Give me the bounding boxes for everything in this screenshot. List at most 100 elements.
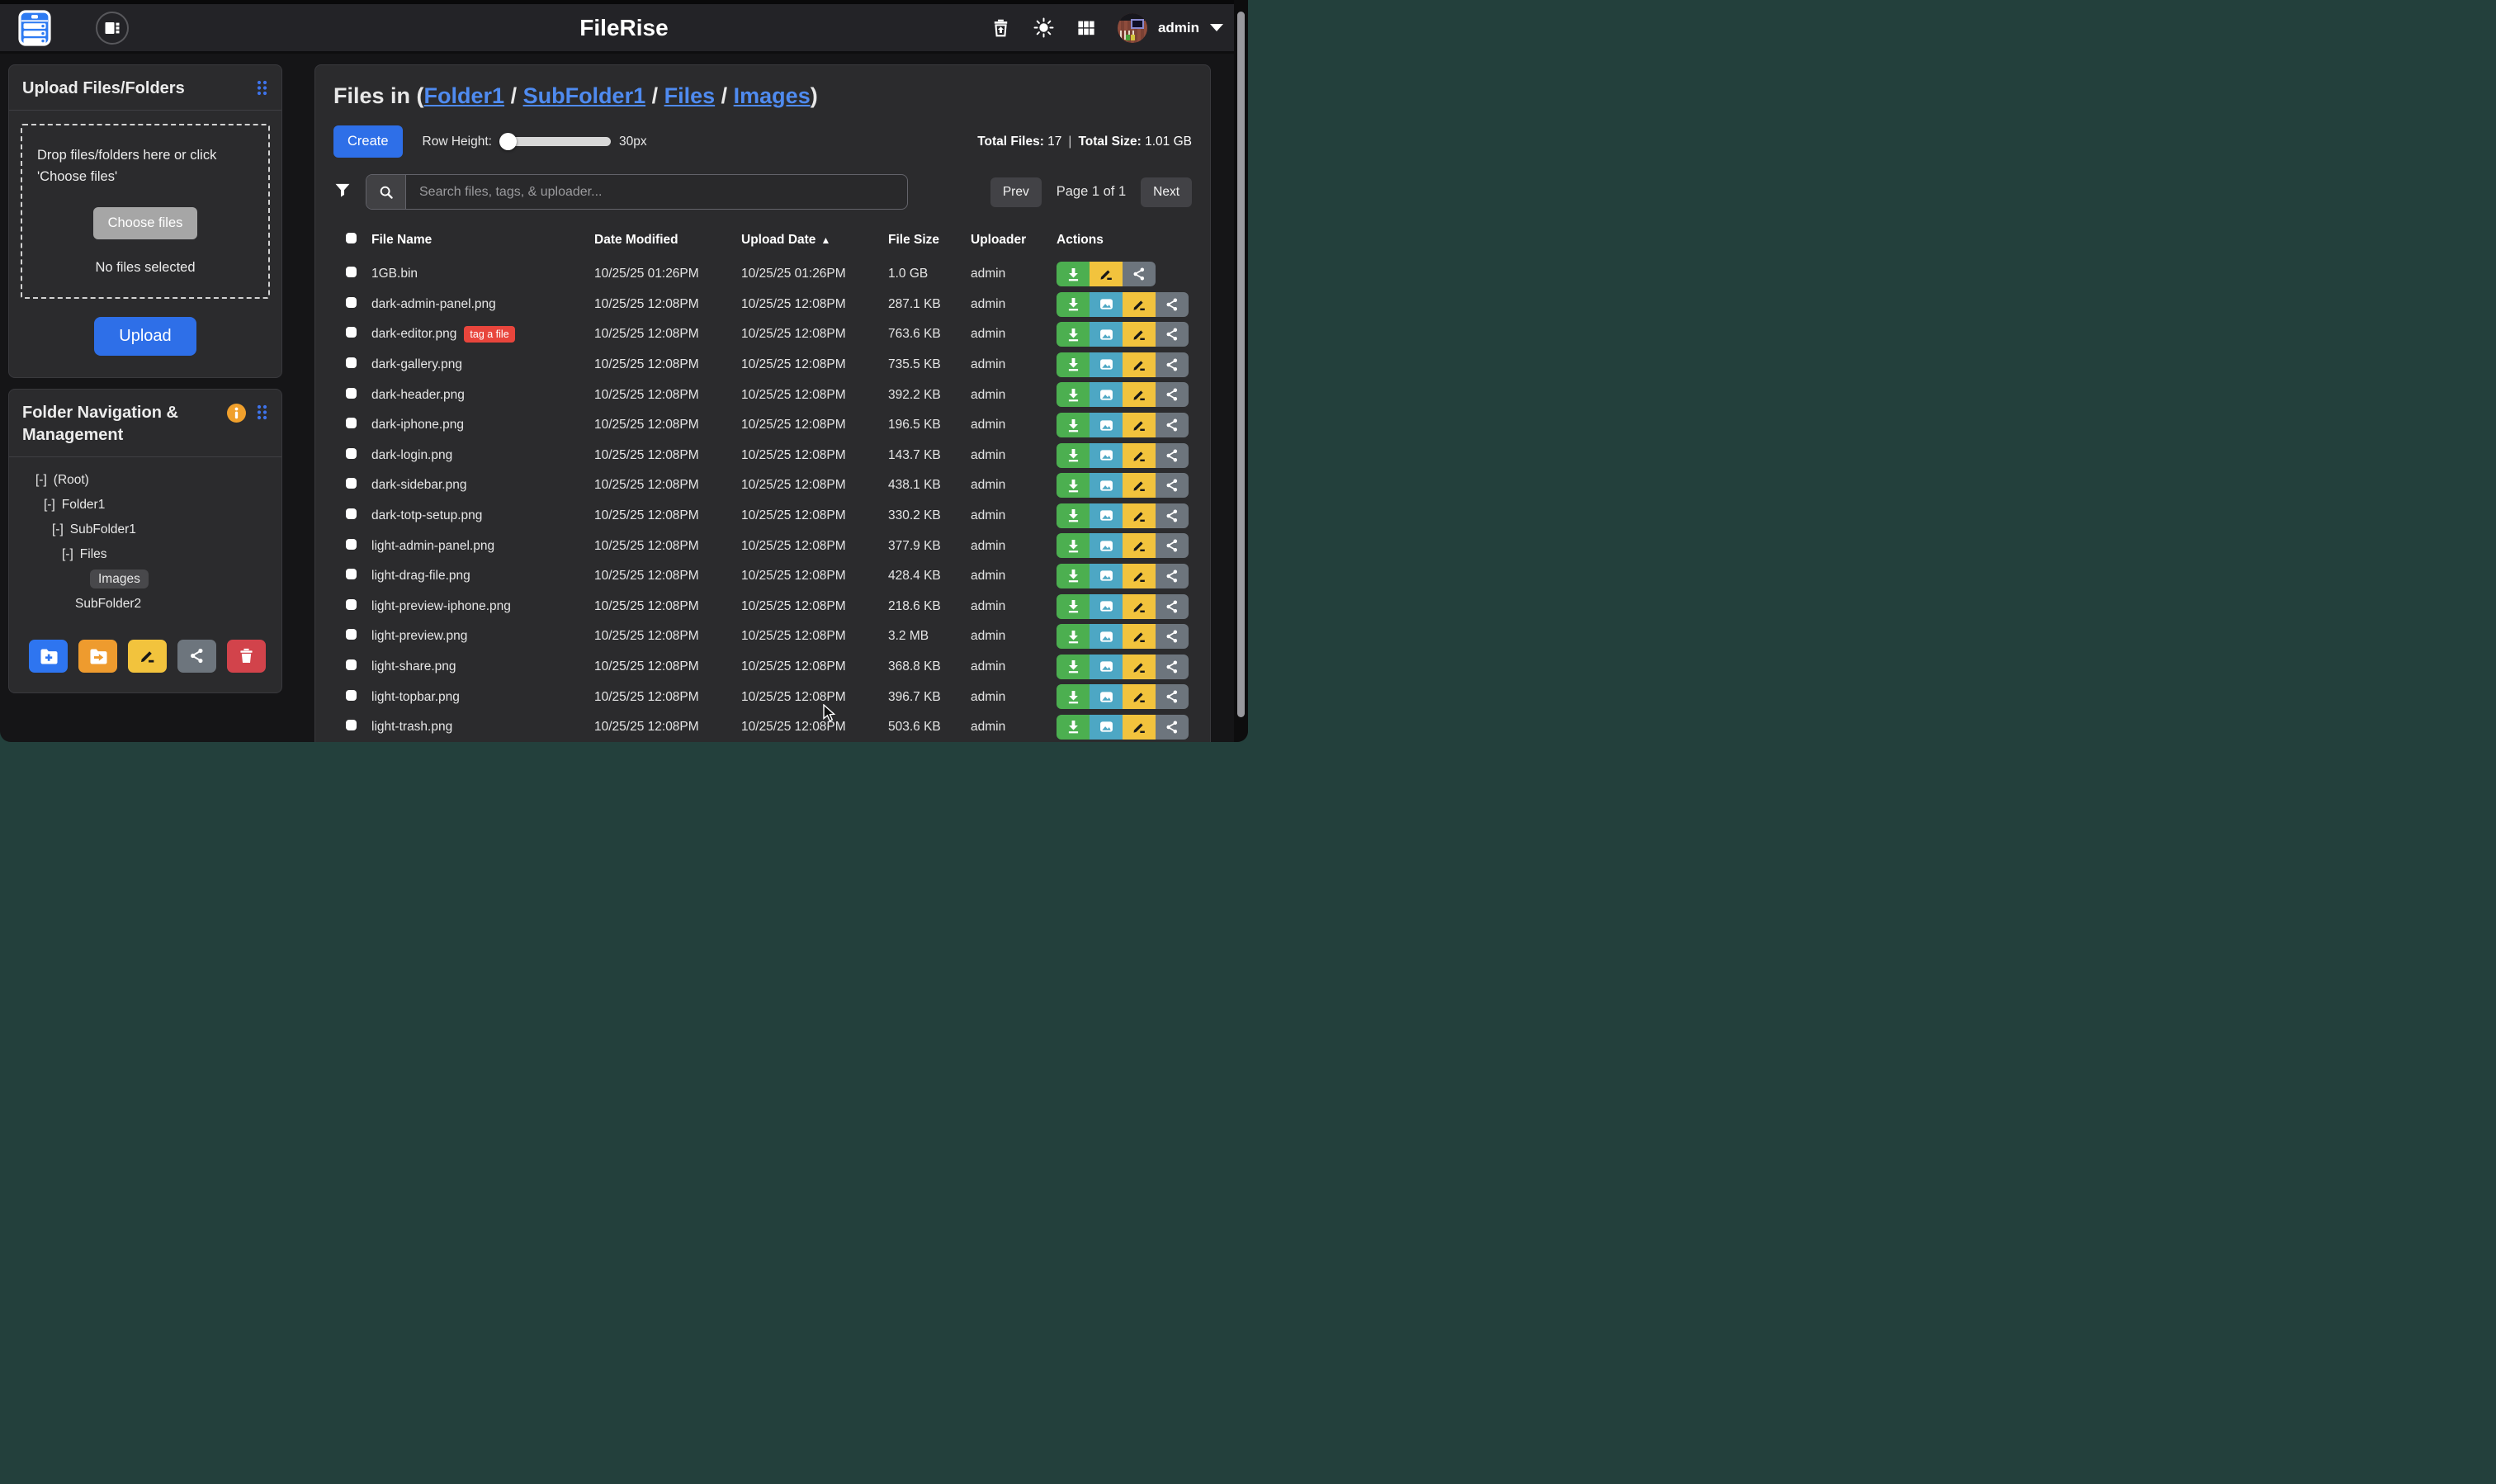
share-button[interactable] [1156,413,1189,437]
download-button[interactable] [1057,655,1090,679]
preview-button[interactable] [1090,715,1123,740]
tree-item-subfolder1[interactable]: [-]SubFolder1 [17,518,273,542]
scrollbar-thumb[interactable] [1237,12,1245,717]
tree-item-root[interactable]: [-](Root) [17,468,273,493]
row-checkbox[interactable] [346,478,357,489]
share-folder-button[interactable] [177,640,216,673]
breadcrumb-link-files[interactable]: Files [664,83,716,108]
delete-folder-button[interactable] [227,640,266,673]
edit-button[interactable] [1123,533,1156,558]
share-button[interactable] [1156,564,1189,588]
file-name[interactable]: 1GB.bin [371,267,418,281]
file-name[interactable]: light-preview.png [371,629,467,644]
table-row[interactable]: dark-sidebar.png 10/25/25 12:08PM 10/25/… [333,470,1192,501]
table-row[interactable]: light-trash.png 10/25/25 12:08PM 10/25/2… [333,712,1192,742]
tree-collapse-toggle[interactable]: [-] [62,547,73,561]
download-button[interactable] [1057,292,1090,317]
row-height-slider[interactable] [502,137,611,146]
edit-button[interactable] [1123,443,1156,468]
preview-button[interactable] [1090,443,1123,468]
theme-toggle-button[interactable] [1033,17,1055,39]
download-button[interactable] [1057,382,1090,407]
edit-button[interactable] [1123,624,1156,649]
filter-button[interactable] [333,181,352,203]
table-row[interactable]: light-share.png 10/25/25 12:08PM 10/25/2… [333,652,1192,683]
table-row[interactable]: dark-admin-panel.png 10/25/25 12:08PM 10… [333,290,1192,320]
sidebar-toggle-button[interactable] [96,12,129,45]
preview-button[interactable] [1090,503,1123,528]
preview-button[interactable] [1090,473,1123,498]
dropzone[interactable]: Drop files/folders here or click 'Choose… [21,124,270,299]
row-checkbox[interactable] [346,297,357,308]
share-button[interactable] [1156,322,1189,347]
row-checkbox[interactable] [346,539,357,550]
prev-page-button[interactable]: Prev [990,177,1042,207]
table-row[interactable]: light-preview.png 10/25/25 12:08PM 10/25… [333,621,1192,652]
preview-button[interactable] [1090,382,1123,407]
edit-button[interactable] [1123,382,1156,407]
breadcrumb-link-images[interactable]: Images [734,83,811,108]
share-button[interactable] [1123,262,1156,286]
share-button[interactable] [1156,533,1189,558]
share-button[interactable] [1156,715,1189,740]
row-checkbox[interactable] [346,629,357,640]
slider-thumb[interactable] [499,133,517,150]
download-button[interactable] [1057,473,1090,498]
upload-button[interactable]: Upload [94,317,196,356]
header-uploader[interactable]: Uploader [971,233,1057,248]
user-menu[interactable]: admin [1118,13,1223,43]
table-row[interactable]: light-topbar.png 10/25/25 12:08PM 10/25/… [333,682,1192,712]
header-file-size[interactable]: File Size [888,233,971,248]
header-file-name[interactable]: File Name [371,233,594,248]
share-button[interactable] [1156,352,1189,377]
share-button[interactable] [1156,473,1189,498]
file-name[interactable]: dark-login.png [371,448,452,463]
table-row[interactable]: dark-gallery.png 10/25/25 12:08PM 10/25/… [333,350,1192,380]
file-name[interactable]: dark-iphone.png [371,418,464,432]
tree-item-files[interactable]: [-]Files [17,542,273,567]
row-checkbox[interactable] [346,720,357,730]
edit-button[interactable] [1123,594,1156,619]
row-checkbox[interactable] [346,659,357,670]
drag-handle-icon[interactable] [256,79,268,99]
preview-button[interactable] [1090,655,1123,679]
edit-button[interactable] [1123,655,1156,679]
row-checkbox[interactable] [346,327,357,338]
table-row[interactable]: dark-totp-setup.png 10/25/25 12:08PM 10/… [333,501,1192,532]
edit-button[interactable] [1123,292,1156,317]
table-row[interactable]: light-drag-file.png 10/25/25 12:08PM 10/… [333,561,1192,592]
row-checkbox[interactable] [346,599,357,610]
tree-collapse-toggle[interactable]: [-] [52,522,64,536]
file-name[interactable]: dark-editor.png [371,327,456,342]
create-button[interactable]: Create [333,125,403,158]
move-folder-button[interactable] [78,640,117,673]
edit-button[interactable] [1090,262,1123,286]
download-button[interactable] [1057,564,1090,588]
download-button[interactable] [1057,624,1090,649]
edit-button[interactable] [1123,322,1156,347]
share-button[interactable] [1156,594,1189,619]
filerise-logo[interactable] [18,10,51,46]
download-button[interactable] [1057,413,1090,437]
tree-collapse-toggle[interactable]: [-] [44,498,55,512]
row-checkbox[interactable] [346,418,357,428]
file-name[interactable]: light-admin-panel.png [371,539,494,554]
edit-button[interactable] [1123,564,1156,588]
table-row[interactable]: 1GB.bin 10/25/25 01:26PM 10/25/25 01:26P… [333,259,1192,290]
download-button[interactable] [1057,594,1090,619]
tree-item-images[interactable]: Images [17,567,273,592]
header-date-modified[interactable]: Date Modified [594,233,741,248]
download-button[interactable] [1057,322,1090,347]
file-name[interactable]: light-trash.png [371,720,452,735]
download-button[interactable] [1057,352,1090,377]
edit-button[interactable] [1123,503,1156,528]
share-button[interactable] [1156,684,1189,709]
file-name[interactable]: light-topbar.png [371,690,460,705]
choose-files-button[interactable]: Choose files [93,207,198,239]
share-button[interactable] [1156,624,1189,649]
breadcrumb-link-subfolder1[interactable]: SubFolder1 [523,83,646,108]
share-button[interactable] [1156,655,1189,679]
preview-button[interactable] [1090,322,1123,347]
trash-restore-button[interactable] [990,17,1011,38]
table-row[interactable]: light-preview-iphone.png 10/25/25 12:08P… [333,592,1192,622]
